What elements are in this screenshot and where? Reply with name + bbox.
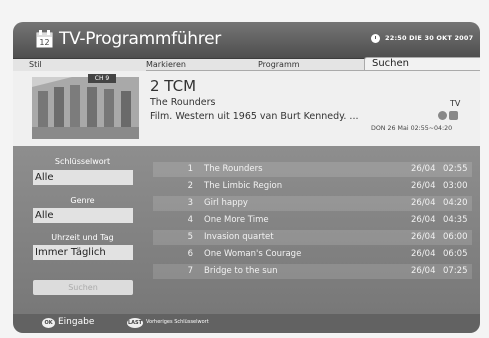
result-date: 26/04 [411,266,436,276]
program-description: Film. Western uit 1965 van Burt Kennedy.… [150,111,359,122]
result-title: The Limbic Region [204,181,283,191]
list-item[interactable]: 2 The Limbic Region 26/04 03:00 [153,179,472,194]
footer-hint-bar: OK Eingabe LAST Vorheriges Schlüsselwort [13,314,480,333]
result-time: 04:35 [443,215,468,225]
keyword-label: Schlüsselwort [54,157,111,166]
result-title: The Rounders [204,164,263,174]
list-item[interactable]: 6 One Woman's Courage 26/04 06:05 [153,247,472,262]
result-date: 26/04 [411,164,436,174]
time-field[interactable]: Immer Täglich [33,245,133,260]
record-icon [449,111,458,120]
time-label: Uhrzeit und Tag [51,233,114,242]
clock-icon [371,34,380,43]
result-title: One Woman's Courage [204,249,302,259]
page-title: TV-Programmführer [59,29,221,49]
last-hint-label: Vorheriges Schlüsselwort [146,319,209,325]
search-button[interactable]: Suchen [33,280,133,295]
result-date: 26/04 [411,198,436,208]
result-time: 06:00 [443,232,468,242]
service-type-label: TV [450,99,461,108]
channel-name: 2 TCM [150,77,197,95]
result-time: 02:55 [443,164,468,174]
keyword-field[interactable]: Alle [33,170,133,185]
last-key-icon: LAST [127,318,143,328]
search-area: Schlüsselwort Alle Genre Alle Uhrzeit un… [13,146,480,314]
genre-label: Genre [70,196,95,205]
search-filter-panel: Schlüsselwort Alle Genre Alle Uhrzeit un… [31,157,134,295]
channel-number-badge: CH 9 [88,74,116,83]
calendar-icon: 12 [36,30,53,48]
program-schedule: DON 26 Mai 02:55~04:20 [371,125,453,132]
result-number: 4 [187,215,193,225]
title-bar: 12 TV-Programmführer 22:50 DIE 30 OKT 20… [13,22,480,59]
svg-text:12: 12 [39,38,49,47]
result-number: 6 [187,249,193,259]
result-time: 06:05 [443,249,468,259]
channel-preview-image [32,77,139,139]
result-date: 26/04 [411,232,436,242]
result-number: 7 [187,266,193,276]
list-item[interactable]: 1 The Rounders 26/04 02:55 [153,162,472,177]
reminder-icon [438,111,447,120]
ok-key-icon: OK [42,318,55,328]
result-title: Girl happy [204,198,248,208]
result-date: 26/04 [411,181,436,191]
menu-bar: Stil Markieren Programm Suchen [13,57,480,71]
result-number: 1 [187,164,193,174]
tab-markieren[interactable]: Markieren [146,60,186,69]
result-time: 07:25 [443,266,468,276]
program-info-panel: CH 9 2 TCM The Rounders Film. Western ui… [13,71,480,146]
result-title: One More Time [204,215,269,225]
epg-window: 12 TV-Programmführer 22:50 DIE 30 OKT 20… [13,22,480,333]
tab-suchen-label: Suchen [372,58,410,69]
result-number: 3 [187,198,193,208]
result-time: 03:00 [443,181,468,191]
ok-hint-label: Eingabe [58,317,95,327]
list-item[interactable]: 4 One More Time 26/04 04:35 [153,213,472,228]
list-item[interactable]: 5 Invasion quartet 26/04 06:00 [153,230,472,245]
program-title: The Rounders [150,97,216,108]
result-title: Invasion quartet [204,232,274,242]
tab-stil[interactable]: Stil [29,60,42,69]
result-title: Bridge to the sun [204,266,278,276]
tab-suchen[interactable]: Suchen [364,57,480,71]
result-date: 26/04 [411,215,436,225]
result-number: 2 [187,181,193,191]
current-datetime: 22:50 DIE 30 OKT 2007 [385,34,474,42]
list-item[interactable]: 3 Girl happy 26/04 04:20 [153,196,472,211]
result-number: 5 [187,232,193,242]
result-time: 04:20 [443,198,468,208]
genre-field[interactable]: Alle [33,208,133,223]
result-date: 26/04 [411,249,436,259]
list-item[interactable]: 7 Bridge to the sun 26/04 07:25 [153,264,472,279]
tab-programm[interactable]: Programm [258,60,300,69]
